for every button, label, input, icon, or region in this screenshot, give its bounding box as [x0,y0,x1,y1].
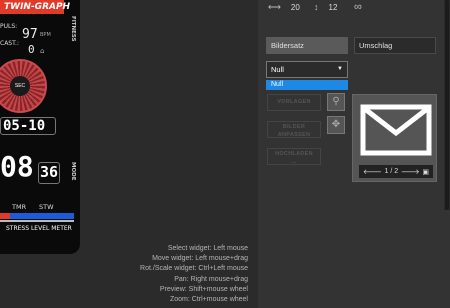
brand-label: TWIN-GRAPH [0,0,70,14]
chain-link-icon[interactable]: ∞ [354,0,362,14]
help-line: Zoom: Ctrl+mouse wheel [169,296,248,304]
button-line: BILDER [282,124,306,130]
select-value: Null [271,65,284,74]
watch-face[interactable]: TWIN-GRAPH PULS: 97 BPM CAST.: 0 ⌂ FITNE… [0,0,80,254]
button-line: HOCHLADEN [275,151,313,157]
properties-panel: ⟷ 20 ↕ 12 ∞ Bildersatz Umschlag Null ▼ N… [258,0,450,308]
preview-counter: 1 / 2 [384,168,399,175]
scrollbar-thumb[interactable] [445,0,449,210]
size-toolbar: ⟷ 20 ↕ 12 ∞ [258,0,444,26]
seconds-value: 36 [40,163,59,181]
help-line: Preview: Shift+mouse wheel [159,285,248,293]
fitness-label: FITNESS [70,16,76,42]
pulse-label: PULS: [0,23,18,30]
chevron-down-icon: ▼ [337,66,343,72]
link-icon[interactable]: ⚲ [327,93,345,111]
crop-icon[interactable]: ✥ [327,116,345,134]
pulse-value: 97 [22,27,38,42]
stress-stripe-grey [0,220,74,222]
panel-scrollbar[interactable] [444,0,450,210]
width-control[interactable]: ⟷ 20 [268,0,300,14]
stw-label: STW [39,203,54,211]
width-arrows-icon: ⟷ [268,1,281,12]
dial-center-label: SEC [10,76,30,96]
dropdown-option-null[interactable]: Null [266,80,348,90]
arrow-left-icon[interactable]: 🡐 [363,167,382,176]
tmr-label: TMR [12,203,27,211]
adjust-images-button[interactable]: BILDER ANPASSEN [267,121,321,138]
seconds-dial: SEC [0,59,47,113]
image-preview: 🡐 1 / 2 🡒 ▣ [352,94,437,182]
stress-level-label: STRESS LEVEL METER [6,225,72,232]
stress-stripe-blue [0,213,74,219]
height-value: 12 [328,2,338,12]
stress-stripe-red [0,213,10,219]
button-line: ... [291,159,297,165]
help-line: Pan: Right mouse+drag [174,275,248,283]
height-control[interactable]: ↕ 12 [314,0,337,14]
pulse-unit: BPM [40,32,51,38]
help-line: Rot./Scale widget: Ctrl+Left mouse [140,265,248,273]
mode-label: MODE [70,162,76,181]
envelope-icon [360,104,432,156]
arrow-right-icon[interactable]: 🡒 [401,167,420,176]
cast-label: CAST.: [0,40,19,47]
date-value: 05-10 [3,118,46,134]
templates-button[interactable]: VORLAGEN [267,94,321,111]
button-line: ANPASSEN [277,132,311,138]
cast-value: 0 [28,43,35,56]
image-set-field[interactable]: Bildersatz [266,37,348,54]
image-view-icon[interactable]: ▣ [422,168,429,176]
time-hours: 08 [0,150,34,183]
image-select[interactable]: Null ▼ [266,61,348,78]
help-line: Select widget: Left mouse [167,245,248,252]
upload-button[interactable]: HOCHLADEN ... [267,148,321,165]
envelope-field[interactable]: Umschlag [354,37,436,54]
help-line: Move widget: Left mouse+drag [152,255,248,263]
preview-navigation: 🡐 1 / 2 🡒 ▣ [359,165,433,178]
bell-icon: ⌂ [40,47,45,55]
help-text: Select widget: Left mouse Move widget: L… [140,244,248,305]
width-value: 20 [290,2,300,12]
watch-preview-canvas[interactable]: TWIN-GRAPH PULS: 97 BPM CAST.: 0 ⌂ FITNE… [0,0,258,308]
height-arrows-icon: ↕ [314,2,319,12]
